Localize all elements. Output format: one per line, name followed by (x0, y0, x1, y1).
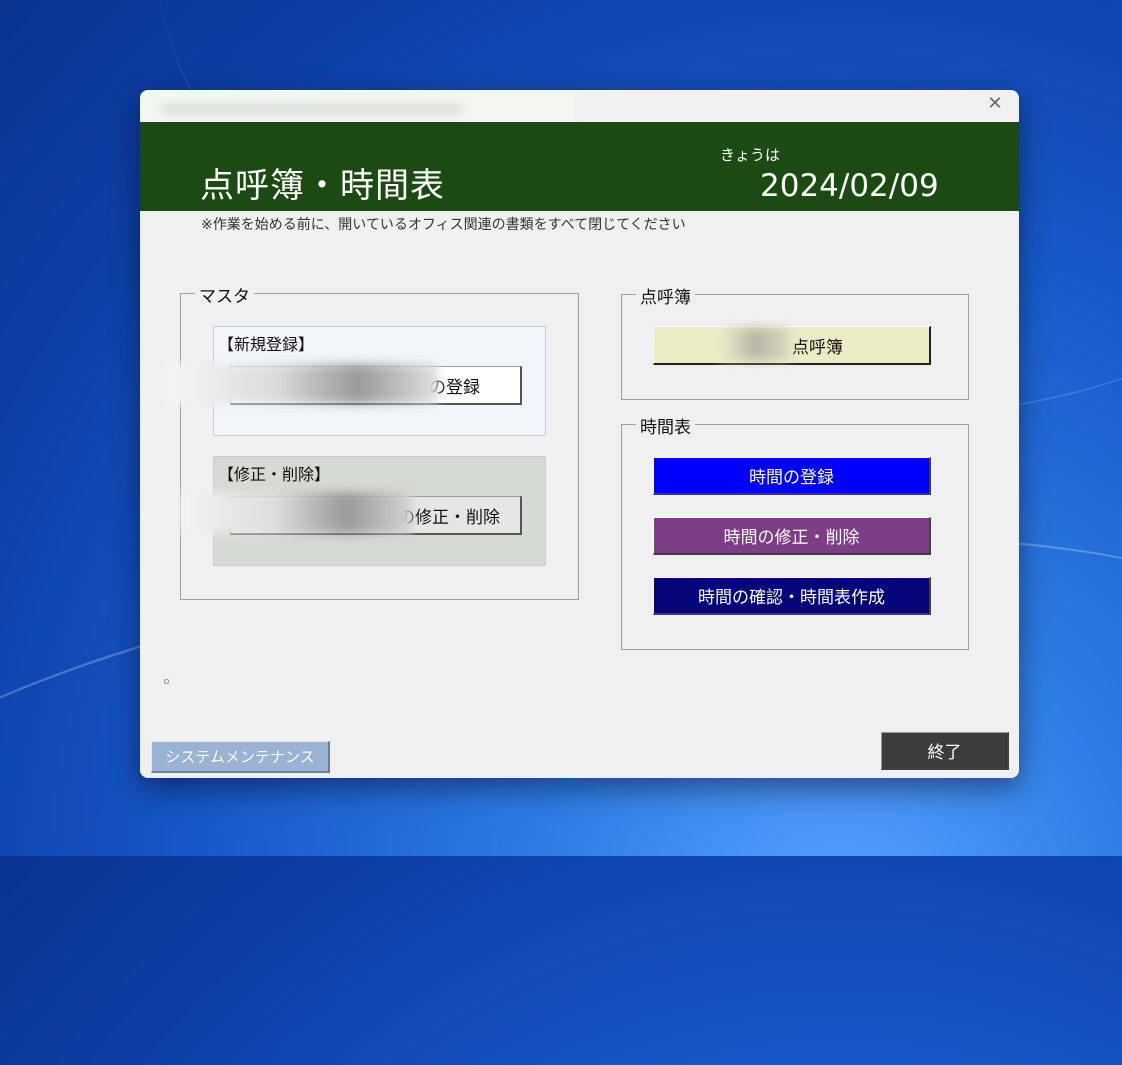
tenko-button-label: 点呼簿 (792, 337, 843, 358)
tenko-button[interactable]: 点呼簿 (653, 326, 931, 365)
today-label: きょうは (720, 146, 781, 164)
small-mark: ｏ (162, 677, 172, 687)
close-icon[interactable]: ✕ (985, 94, 1005, 114)
master-edit-delete-text: の修正・削除 (398, 507, 500, 528)
time-register-label: 時間の登録 (749, 468, 834, 488)
system-maintenance-label: システムメンテナンス (165, 748, 315, 766)
date-display: 2024/02/09 (760, 168, 939, 204)
time-edit-delete-button[interactable]: 時間の修正・削除 (653, 517, 931, 555)
redacted-text (720, 328, 790, 360)
new-registration-label: 【新規登録】 (218, 335, 315, 354)
main-dialog: ✕ 点呼簿・時間表 きょうは 2024/02/09 ※作業を始める前に、開いてい… (140, 90, 1019, 778)
page-title: 点呼簿・時間表 (200, 166, 445, 206)
master-frame-label: マスタ (195, 282, 254, 307)
time-confirm-create-label: 時間の確認・時間表作成 (698, 588, 885, 608)
edit-delete-label: 【修正・削除】 (218, 465, 331, 484)
redacted-text (168, 364, 438, 404)
redacted-text (180, 492, 412, 534)
exit-button[interactable]: 終了 (881, 732, 1009, 770)
exit-label: 終了 (927, 743, 962, 763)
schedule-frame-label: 時間表 (636, 413, 695, 438)
notice-text: ※作業を始める前に、開いているオフィス関連の書類をすべて閉じてください (201, 217, 686, 233)
header-banner: 点呼簿・時間表 きょうは 2024/02/09 (140, 122, 1019, 211)
tenko-frame-label: 点呼簿 (636, 283, 695, 308)
system-maintenance-button[interactable]: システムメンテナンス (151, 741, 330, 773)
time-confirm-create-button[interactable]: 時間の確認・時間表作成 (653, 577, 931, 615)
time-edit-delete-label: 時間の修正・削除 (723, 528, 860, 548)
time-register-button[interactable]: 時間の登録 (653, 457, 931, 495)
